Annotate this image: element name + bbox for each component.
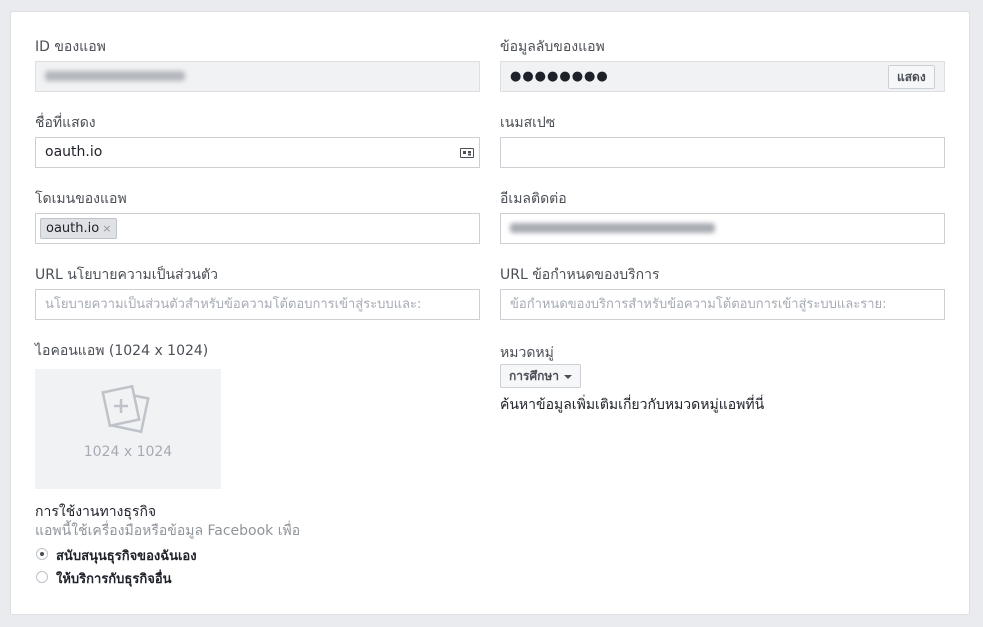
remove-domain-icon[interactable]: × (102, 222, 111, 235)
radio-other-business-label[interactable]: ให้บริการกับธุรกิจอื่น (56, 568, 172, 589)
terms-url-label: URL ข้อกำหนดของบริการ (500, 267, 660, 283)
privacy-url-input[interactable]: นโยบายความเป็นส่วนตัวสำหรับข้อความโต้ตอบ… (35, 289, 480, 320)
display-name-input[interactable]: oauth.io (35, 137, 480, 168)
app-domains-label: โดเมนของแอพ (35, 191, 127, 207)
app-id-redacted (45, 71, 185, 81)
app-domains-input[interactable]: oauth.io × (35, 213, 480, 244)
show-secret-button[interactable]: แสดง (888, 65, 935, 89)
display-name-label: ชื่อที่แสดง (35, 115, 96, 131)
app-secret-label: ข้อมูลลับของแอพ (500, 39, 605, 55)
radio-own-business[interactable] (36, 548, 48, 560)
namespace-input[interactable] (500, 137, 945, 168)
basic-settings-panel: ID ของแอพ ข้อมูลลับของแอพ ●●●●●●●● แสดง … (10, 11, 970, 615)
business-use-description: แอพนี้ใช้เครื่องมือหรือข้อมูล Facebook เ… (35, 523, 301, 539)
contact-card-icon[interactable] (460, 148, 474, 158)
category-label: หมวดหมู่ (500, 345, 554, 361)
app-secret-field[interactable]: ●●●●●●●● (500, 61, 945, 92)
category-help-link[interactable]: ค้นหาข้อมูลเพิ่มเติมเกี่ยวกับหมวดหมู่แอพ… (500, 394, 764, 416)
radio-other-business[interactable] (36, 571, 48, 583)
app-icon-upload[interactable]: 1024 x 1024 (35, 369, 221, 489)
display-name-value: oauth.io (45, 144, 103, 160)
privacy-url-placeholder: นโยบายความเป็นส่วนตัวสำหรับข้อความโต้ตอบ… (45, 297, 422, 312)
contact-email-label: อีเมลติดต่อ (500, 191, 567, 207)
app-icon-size-caption: 1024 x 1024 (83, 444, 173, 460)
chevron-down-icon (563, 374, 572, 379)
radio-own-business-label[interactable]: สนับสนุนธุรกิจของฉันเอง (56, 545, 197, 566)
domain-token-label: oauth.io (46, 221, 100, 236)
app-secret-value: ●●●●●●●● (510, 69, 609, 84)
terms-url-input[interactable]: ข้อกำหนดของบริการสำหรับข้อความโต้ตอบการเ… (500, 289, 945, 320)
app-id-field[interactable] (35, 61, 480, 92)
namespace-label: เนมสเปซ (500, 115, 556, 131)
add-photo-icon (101, 385, 150, 434)
category-dropdown[interactable]: การศึกษา (500, 364, 581, 388)
app-id-label: ID ของแอพ (35, 39, 106, 55)
terms-url-placeholder: ข้อกำหนดของบริการสำหรับข้อความโต้ตอบการเ… (510, 297, 887, 312)
contact-email-input[interactable] (500, 213, 945, 244)
domain-token: oauth.io × (40, 218, 118, 239)
privacy-url-label: URL นโยบายความเป็นส่วนตัว (35, 267, 218, 283)
category-selected: การศึกษา (509, 369, 559, 383)
contact-email-redacted (510, 223, 715, 233)
app-icon-label: ไอคอนแอพ (1024 x 1024) (35, 343, 209, 359)
